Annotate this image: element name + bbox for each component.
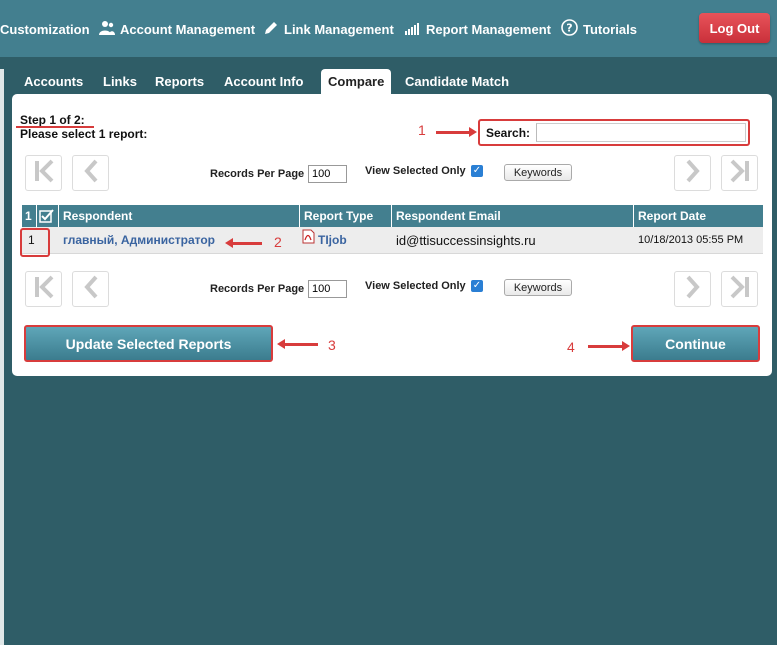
- annotation-arrow-1: [436, 127, 477, 137]
- last-page-icon: [729, 159, 751, 188]
- step-instruction: Please select 1 report:: [20, 127, 148, 141]
- records-per-page-label-bottom: Records Per Page: [210, 283, 305, 295]
- annotation-arrow-4: [588, 341, 630, 351]
- column-header-select[interactable]: [37, 205, 59, 227]
- records-per-page-input[interactable]: [308, 165, 347, 183]
- column-header-respondent-email[interactable]: Respondent Email: [392, 205, 634, 227]
- search-container: Search:: [478, 119, 750, 146]
- help-circle-icon: ?: [561, 19, 578, 39]
- first-page-button-bottom[interactable]: [25, 271, 62, 307]
- report-date: 10/18/2013 05:55 PM: [638, 234, 744, 246]
- respondent-link[interactable]: главный, Администратор: [59, 227, 300, 254]
- tab-accounts[interactable]: Accounts: [17, 71, 90, 93]
- update-selected-reports-button[interactable]: Update Selected Reports: [24, 325, 273, 362]
- column-header-report-date[interactable]: Report Date: [634, 205, 763, 227]
- checkmark-icon: ✓: [472, 165, 482, 176]
- keywords-button-bottom[interactable]: Keywords: [504, 279, 572, 296]
- last-page-icon: [729, 275, 751, 304]
- view-selected-only-checkbox[interactable]: ✓: [471, 165, 483, 177]
- nav-account-management[interactable]: Account Management: [99, 19, 255, 39]
- tab-account-info[interactable]: Account Info: [217, 71, 310, 93]
- table-header: 1 Respondent Report Type Respondent Emai…: [22, 205, 763, 227]
- nav-link-management[interactable]: Link Management: [263, 19, 394, 39]
- nav-account-management-label: Account Management: [120, 21, 256, 37]
- records-per-page-label: Records Per Page: [210, 168, 305, 180]
- users-icon: [99, 20, 115, 39]
- pencil-icon: [263, 20, 279, 39]
- last-page-button-bottom[interactable]: [721, 271, 758, 307]
- nav-customization-label: Customization: [0, 21, 90, 37]
- annotation-number-2: 2: [274, 234, 282, 250]
- annotation-arrow-3: [277, 339, 318, 349]
- records-per-page-input-bottom[interactable]: [308, 280, 347, 298]
- checkmark-icon: ✓: [472, 280, 482, 291]
- bar-chart-icon: [405, 21, 421, 38]
- respondent-email: id@ttisuccessinsights.ru: [396, 233, 536, 248]
- chevron-right-icon: [685, 275, 701, 304]
- first-page-button[interactable]: [25, 155, 62, 191]
- report-type-link[interactable]: TIjob: [318, 227, 347, 254]
- chevron-right-icon: [685, 159, 701, 188]
- annotation-number-4: 4: [567, 339, 575, 355]
- search-label: Search:: [486, 126, 531, 140]
- pdf-icon[interactable]: [302, 227, 315, 254]
- keywords-button[interactable]: Keywords: [504, 164, 572, 181]
- column-header-count: 1: [22, 205, 37, 227]
- next-page-button[interactable]: [674, 155, 711, 191]
- nav-report-management-label: Report Management: [426, 21, 551, 37]
- annotation-number-1: 1: [418, 122, 426, 138]
- search-input[interactable]: [536, 123, 746, 142]
- select-all-checkbox-icon: [39, 209, 55, 227]
- table-row[interactable]: 1 главный, Администратор TIjob id@ttisuc…: [22, 227, 763, 254]
- column-header-report-type[interactable]: Report Type: [300, 205, 392, 227]
- nav-report-management[interactable]: Report Management: [405, 19, 551, 39]
- chevron-left-icon: [83, 275, 99, 304]
- logout-button[interactable]: Log Out: [699, 13, 770, 43]
- nav-customization[interactable]: Customization: [0, 19, 90, 39]
- previous-page-button[interactable]: [72, 155, 109, 191]
- left-edge-strip: [0, 69, 4, 645]
- report-type-cell: TIjob: [300, 227, 392, 254]
- view-selected-only-checkbox-bottom[interactable]: ✓: [471, 280, 483, 292]
- annotation-number-3: 3: [328, 337, 336, 353]
- nav-tutorials-label: Tutorials: [583, 21, 637, 37]
- svg-text:?: ?: [566, 22, 572, 35]
- step-indicator: Step 1 of 2:: [20, 113, 85, 127]
- nav-tutorials[interactable]: ? Tutorials: [561, 19, 637, 39]
- first-page-icon: [33, 159, 55, 188]
- first-page-icon: [33, 275, 55, 304]
- column-header-respondent[interactable]: Respondent: [59, 205, 300, 227]
- continue-button[interactable]: Continue: [631, 325, 760, 362]
- next-page-button-bottom[interactable]: [674, 271, 711, 307]
- previous-page-button-bottom[interactable]: [72, 271, 109, 307]
- tab-reports[interactable]: Reports: [148, 71, 211, 93]
- annotation-arrow-2: [225, 238, 262, 248]
- tab-links[interactable]: Links: [96, 71, 144, 93]
- tab-compare[interactable]: Compare: [321, 69, 392, 95]
- tab-candidate-match[interactable]: Candidate Match: [398, 71, 516, 93]
- last-page-button[interactable]: [721, 155, 758, 191]
- view-selected-only-label: View Selected Only: [365, 165, 466, 177]
- chevron-left-icon: [83, 159, 99, 188]
- view-selected-only-label-bottom: View Selected Only: [365, 280, 466, 292]
- nav-link-management-label: Link Management: [284, 21, 394, 37]
- annotation-box-row-index: [20, 228, 50, 257]
